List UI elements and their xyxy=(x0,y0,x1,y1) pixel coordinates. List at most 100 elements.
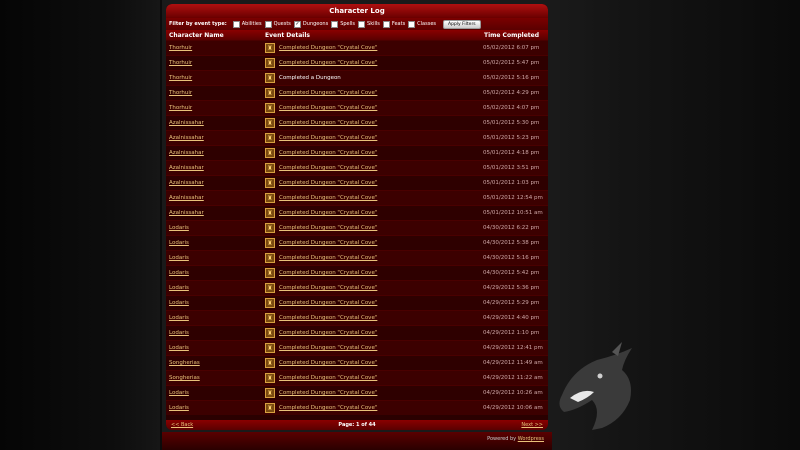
event-link[interactable]: Completed Dungeon "Crystal Cove" xyxy=(279,90,377,96)
apply-filters-button[interactable]: Apply Filters xyxy=(443,19,481,29)
event-link[interactable]: Completed Dungeon "Crystal Cove" xyxy=(279,375,377,381)
character-name-link[interactable]: Songherias xyxy=(166,360,261,366)
character-name-link[interactable]: Lodaris xyxy=(166,330,261,336)
character-name-link[interactable]: Lodaris xyxy=(166,285,261,291)
character-name-link[interactable]: Lodaris xyxy=(166,405,261,411)
filter-option-abilities[interactable]: Abilities xyxy=(232,20,262,28)
time-completed: 04/29/2012 10:26 am xyxy=(483,390,543,396)
event-details: ♜ Completed Dungeon "Crystal Cove" xyxy=(261,193,475,203)
filter-option-feats[interactable]: Feats xyxy=(382,20,406,28)
event-link[interactable]: Completed Dungeon "Crystal Cove" xyxy=(279,390,377,396)
event-link[interactable]: Completed Dungeon "Crystal Cove" xyxy=(279,120,377,126)
back-link[interactable]: << Back xyxy=(166,422,291,428)
event-link[interactable]: Completed Dungeon "Crystal Cove" xyxy=(279,165,377,171)
filter-option-label: Quests xyxy=(273,21,291,27)
character-name-link[interactable]: Lodaris xyxy=(166,240,261,246)
event-link[interactable]: Completed Dungeon "Crystal Cove" xyxy=(279,150,377,156)
filter-option-dungeons[interactable]: ✓ Dungeons xyxy=(293,20,328,28)
trophy-icon: ♜ xyxy=(265,58,275,68)
site-footer: Powered by Wordpress xyxy=(162,432,552,450)
wordpress-link[interactable]: Wordpress xyxy=(518,436,544,442)
next-link[interactable]: Next >> xyxy=(423,422,548,428)
character-name-link[interactable]: Songherias xyxy=(166,375,261,381)
event-link[interactable]: Completed Dungeon "Crystal Cove" xyxy=(279,345,377,351)
trophy-icon: ♜ xyxy=(265,298,275,308)
event-details: ♜ Completed Dungeon "Crystal Cove" xyxy=(261,328,475,338)
table-row: Thorhuir ♜ Completed Dungeon "Crystal Cove… xyxy=(166,55,548,70)
event-details: ♜ Completed Dungeon "Crystal Cove" xyxy=(261,313,475,323)
character-name-link[interactable]: Lodaris xyxy=(166,255,261,261)
character-name-link[interactable]: Thorhuir xyxy=(166,60,261,66)
time-completed: 05/01/2012 3:51 pm xyxy=(483,165,540,171)
character-name-link[interactable]: Lodaris xyxy=(166,270,261,276)
event-link[interactable]: Completed Dungeon "Crystal Cove" xyxy=(279,135,377,141)
event-link[interactable]: Completed Dungeon "Crystal Cove" xyxy=(279,180,377,186)
event-details: ♜ Completed Dungeon "Crystal Cove" xyxy=(261,253,475,263)
event-link[interactable]: Completed Dungeon "Crystal Cove" xyxy=(279,405,377,411)
event-link[interactable]: Completed Dungeon "Crystal Cove" xyxy=(279,360,377,366)
event-link[interactable]: Completed Dungeon "Crystal Cove" xyxy=(279,105,377,111)
character-name-link[interactable]: Azalnissahar xyxy=(166,180,261,186)
event-link[interactable]: Completed Dungeon "Crystal Cove" xyxy=(279,60,377,66)
left-background xyxy=(0,0,160,450)
event-link[interactable]: Completed Dungeon "Crystal Cove" xyxy=(279,195,377,201)
trophy-icon: ♜ xyxy=(265,223,275,233)
character-name-link[interactable]: Lodaris xyxy=(166,345,261,351)
filter-option-classes[interactable]: Classes xyxy=(408,20,436,28)
filter-option-spells[interactable]: Spells xyxy=(331,20,355,28)
event-link[interactable]: Completed Dungeon "Crystal Cove" xyxy=(279,285,377,291)
event-details: ♜ Completed Dungeon "Crystal Cove" xyxy=(261,223,475,233)
trophy-icon: ♜ xyxy=(265,163,275,173)
table-row: Lodaris ♜ Completed Dungeon "Crystal Cove"… xyxy=(166,310,548,325)
event-details: ♜ Completed Dungeon "Crystal Cove" xyxy=(261,283,475,293)
event-link[interactable]: Completed Dungeon "Crystal Cove" xyxy=(279,225,377,231)
character-name-link[interactable]: Thorhuir xyxy=(166,45,261,51)
filter-option-skills[interactable]: Skills xyxy=(358,20,380,28)
event-details: ♜ Completed Dungeon "Crystal Cove" xyxy=(261,208,475,218)
event-details: ♜ Completed Dungeon "Crystal Cove" xyxy=(261,58,475,68)
character-name-link[interactable]: Lodaris xyxy=(166,225,261,231)
filter-checkbox[interactable] xyxy=(382,20,390,28)
event-link[interactable]: Completed Dungeon "Crystal Cove" xyxy=(279,330,377,336)
filter-checkbox[interactable] xyxy=(358,20,366,28)
character-name-link[interactable]: Thorhuir xyxy=(166,90,261,96)
trophy-icon: ♜ xyxy=(265,403,275,413)
trophy-icon: ♜ xyxy=(265,343,275,353)
event-link[interactable]: Completed Dungeon "Crystal Cove" xyxy=(279,300,377,306)
event-link[interactable]: Completed Dungeon "Crystal Cove" xyxy=(279,240,377,246)
filter-option-quests[interactable]: Quests xyxy=(264,20,291,28)
character-name-link[interactable]: Azalnissahar xyxy=(166,150,261,156)
table-row: Azalnissahar ♜ Completed Dungeon "Crystal … xyxy=(166,190,548,205)
filter-checkbox[interactable] xyxy=(232,20,240,28)
table-row: Lodaris ♜ Completed Dungeon "Crystal Cove"… xyxy=(166,385,548,400)
event-link[interactable]: Completed Dungeon "Crystal Cove" xyxy=(279,45,377,51)
character-name-link[interactable]: Thorhuir xyxy=(166,105,261,111)
event-link[interactable]: Completed Dungeon "Crystal Cove" xyxy=(279,210,377,216)
filter-checkbox[interactable] xyxy=(408,20,416,28)
trophy-icon: ♜ xyxy=(265,118,275,128)
character-name-link[interactable]: Azalnissahar xyxy=(166,210,261,216)
filter-checkbox[interactable] xyxy=(331,20,339,28)
character-name-link[interactable]: Azalnissahar xyxy=(166,120,261,126)
event-link[interactable]: Completed Dungeon "Crystal Cove" xyxy=(279,315,377,321)
event-link[interactable]: Completed Dungeon "Crystal Cove" xyxy=(279,255,377,261)
table-row: Lodaris ♜ Completed Dungeon "Crystal Cove"… xyxy=(166,280,548,295)
character-name-link[interactable]: Azalnissahar xyxy=(166,165,261,171)
character-name-link[interactable]: Lodaris xyxy=(166,315,261,321)
character-name-link[interactable]: Azalnissahar xyxy=(166,195,261,201)
character-name-link[interactable]: Lodaris xyxy=(166,390,261,396)
table-row: Azalnissahar ♜ Completed Dungeon "Crystal … xyxy=(166,205,548,220)
character-name-link[interactable]: Lodaris xyxy=(166,300,261,306)
event-link[interactable]: Completed Dungeon "Crystal Cove" xyxy=(279,270,377,276)
filter-checkbox[interactable]: ✓ xyxy=(293,20,301,28)
table-row: Thorhuir ♜ Completed Dungeon "Crystal Cove… xyxy=(166,85,548,100)
character-name-link[interactable]: Thorhuir xyxy=(166,75,261,81)
filter-checkbox[interactable] xyxy=(264,20,272,28)
table-row: Thorhuir ♜ Completed a Dungeon 05/02/2012 5… xyxy=(166,70,548,85)
trophy-icon: ♜ xyxy=(265,73,275,83)
header-event-details: Event Details xyxy=(265,31,310,39)
event-details: ♜ Completed Dungeon "Crystal Cove" xyxy=(261,163,475,173)
event-details: ♜ Completed Dungeon "Crystal Cove" xyxy=(261,133,475,143)
character-name-link[interactable]: Azalnissahar xyxy=(166,135,261,141)
filter-option-label: Feats xyxy=(391,21,406,27)
